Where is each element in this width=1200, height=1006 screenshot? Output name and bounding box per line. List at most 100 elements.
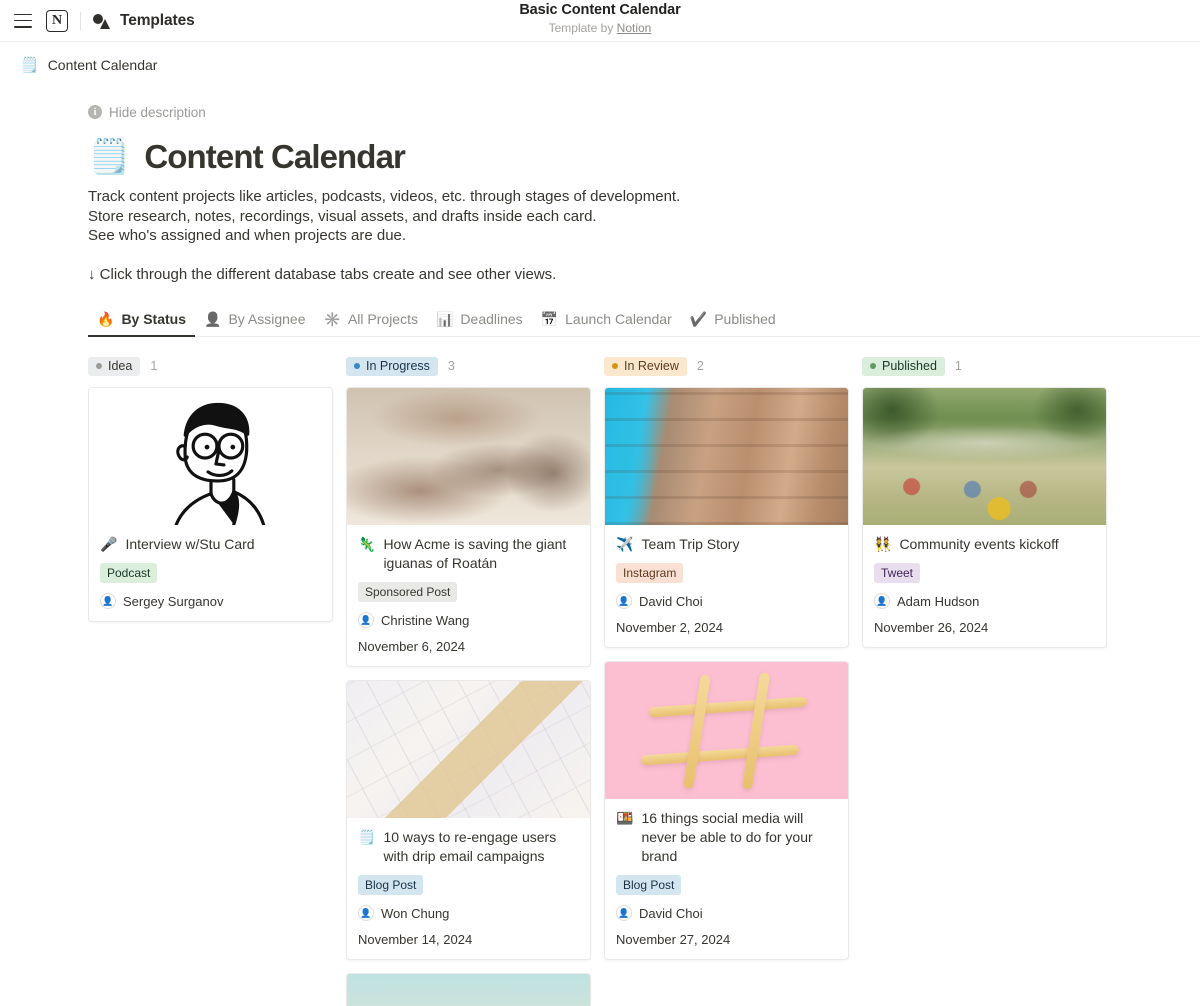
column-count: 2 [696,359,704,373]
lizard-icon: 🦎 [358,536,376,552]
card-title-row: 🦎 How Acme is saving the giant iguanas of… [358,535,579,573]
kanban-card[interactable]: 🦎 How Acme is saving the giant iguanas of… [346,387,591,667]
tab-by-assignee[interactable]: 👤 By Assignee [195,306,315,336]
assignee-name: David Choi [639,593,703,609]
avatar: 👤 [616,593,632,609]
stamp-icon: 🍱 [616,810,634,826]
card-assignee: 👤 Christine Wang [358,612,579,628]
status-label: Idea [108,358,133,373]
assignee-name: Sergey Surganov [123,593,224,609]
assignee-name: Won Chung [381,905,450,921]
card-assignee: 👤 David Choi [616,593,837,609]
status-badge[interactable]: Published [862,356,945,376]
kanban-board: Idea 1 🎤 Interview w/Stu Card Podcast 👤 Sergey… [88,337,1200,1006]
card-title-row: 🗒️ 10 ways to re-engage users with drip e… [358,828,579,866]
page-title: Content Calendar [144,138,406,175]
kanban-card[interactable]: ✈️ Team Trip Story Instagram 👤 David Choi Nov… [604,387,849,648]
description-line-3: See who's assigned and when projects are… [88,227,407,244]
templates-nav-link[interactable]: Templates [93,11,195,30]
breadcrumb[interactable]: 🗒️ Content Calendar [0,42,1200,88]
card-assignee: 👤 Sergey Surganov [100,593,321,609]
cover-photo-hashtag-breadsticks [605,662,848,799]
kanban-card[interactable] [346,973,591,1006]
status-dot-icon [612,363,618,369]
avatar: 👤 [358,905,374,921]
kanban-card[interactable]: 🎤 Interview w/Stu Card Podcast 👤 Sergey Surg… [88,387,333,622]
kanban-card[interactable]: 🍱 16 things social media will never be ab… [604,661,849,960]
notion-logo-icon[interactable]: N [46,9,68,32]
status-badge[interactable]: In Review [604,356,687,376]
status-label: Published [882,358,937,373]
column-header: In Review 2 [604,355,849,377]
kanban-column-in-review: In Review 2 ✈️ Team Trip Story Instagram 👤 Dav… [604,355,849,1006]
column-header: In Progress 3 [346,355,591,377]
card-body: ✈️ Team Trip Story Instagram 👤 David Choi Nov… [605,525,848,647]
card-tag[interactable]: Podcast [100,563,158,583]
card-title: 10 ways to re-engage users with drip ema… [383,829,557,864]
cover-photo-lightbulb [347,974,590,1006]
assignee-name: Christine Wang [381,612,470,628]
tab-label: Deadlines [460,311,523,327]
card-body: 👯 Community events kickoff Tweet 👤 Adam Huds… [863,525,1106,647]
status-badge[interactable]: Idea [88,356,141,376]
microphone-icon: 🎤 [100,536,118,552]
kanban-column-in-progress: In Progress 3 🦎 How Acme is saving the gian… [346,355,591,1006]
card-body: 🗒️ 10 ways to re-engage users with drip e… [347,818,590,959]
breadcrumb-label[interactable]: Content Calendar [48,57,158,73]
hide-description-button[interactable]: i Hide description [88,100,206,124]
card-title: Community events kickoff [899,536,1059,552]
tab-launch-calendar[interactable]: 📅 Launch Calendar [532,306,681,336]
card-assignee: 👤 Adam Hudson [874,593,1095,609]
card-title: Team Trip Story [641,536,740,552]
page-content: i Hide description 🗒️ Content Calendar T… [0,100,1200,1006]
notion-author-link[interactable]: Notion [617,21,652,35]
card-date: November 2, 2024 [616,620,723,635]
page-title-row: 🗒️ Content Calendar [88,138,1200,176]
avatar: 👤 [616,905,632,921]
card-tag[interactable]: Instagram [616,563,684,583]
card-title: Interview w/Stu Card [125,536,255,552]
card-title-row: 🎤 Interview w/Stu Card [100,535,321,554]
fire-icon: 🔥 [97,311,115,327]
column-header: Published 1 [862,355,1107,377]
kanban-column-idea: Idea 1 🎤 Interview w/Stu Card Podcast 👤 Sergey… [88,355,333,1006]
person-icon: 👤 [204,311,222,327]
card-tag[interactable]: Sponsored Post [358,582,458,602]
tab-by-status[interactable]: 🔥 By Status [88,306,196,337]
tab-label: Launch Calendar [565,311,672,327]
status-dot-icon [96,363,102,369]
people-icon: 👯 [874,536,892,552]
notepad-icon[interactable]: 🗒️ [88,140,130,174]
hamburger-icon[interactable] [14,13,32,28]
check-badge-icon: ✔️ [689,311,708,327]
description-line-1: Track content projects like articles, po… [88,188,681,205]
kanban-card[interactable]: 👯 Community events kickoff Tweet 👤 Adam Huds… [862,387,1107,648]
card-tag[interactable]: Blog Post [616,875,682,895]
templates-label: Templates [120,11,195,29]
notepad-icon: 🗒️ [358,829,376,845]
kanban-card[interactable]: 🗒️ 10 ways to re-engage users with drip e… [346,680,591,960]
card-date: November 6, 2024 [358,639,465,654]
card-tag[interactable]: Tweet [874,563,921,583]
tab-deadlines[interactable]: 📊 Deadlines [427,306,532,336]
tab-all-projects[interactable]: ✳️ All Projects [315,306,427,336]
template-by-label: Template by [548,21,617,35]
card-title-row: ✈️ Team Trip Story [616,535,837,554]
card-body: 🎤 Interview w/Stu Card Podcast 👤 Sergey Surg… [89,525,332,621]
card-tag[interactable]: Blog Post [358,875,424,895]
tab-published[interactable]: ✔️ Published [681,306,785,336]
description-line-2: Store research, notes, recordings, visua… [88,207,597,225]
cover-photo-casamila [605,388,848,525]
card-body: 🍱 16 things social media will never be ab… [605,799,848,959]
status-dot-icon [354,363,360,369]
card-title: 16 things social media will never be abl… [641,810,813,864]
column-header: Idea 1 [88,355,333,377]
card-assignee: 👤 David Choi [616,905,837,921]
status-badge[interactable]: In Progress [346,356,438,376]
column-count: 1 [150,359,158,373]
calendar-icon: 📅 [540,311,559,327]
tab-label: By Assignee [228,311,306,327]
notepad-icon: 🗒️ [20,56,39,74]
avatar: 👤 [100,593,116,609]
